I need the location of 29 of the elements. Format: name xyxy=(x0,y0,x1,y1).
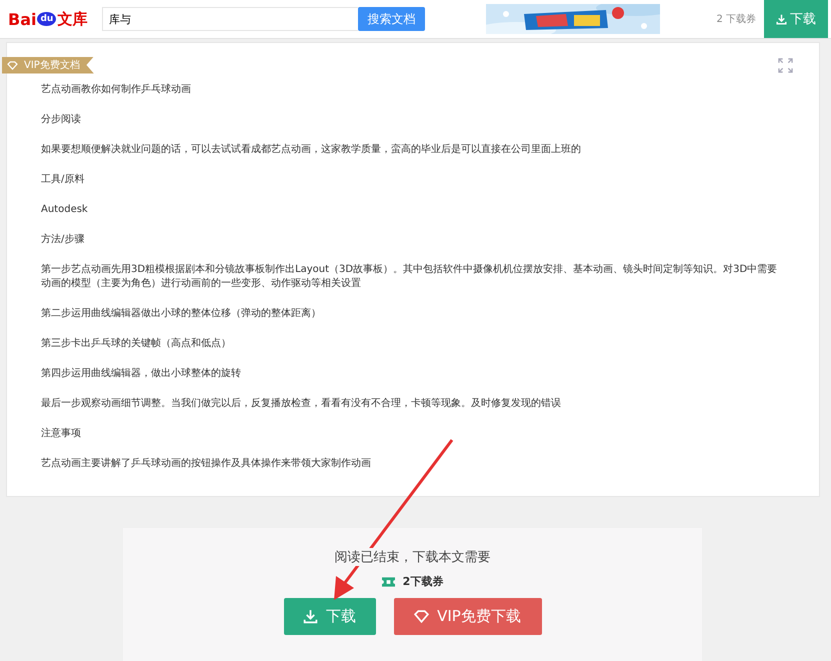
download-icon xyxy=(303,609,318,624)
download-icon xyxy=(776,14,787,24)
paragraph: 分步阅读 xyxy=(41,112,82,127)
paragraph: 第一步艺点动画先用3D粗模根据剧本和分镜故事板制作出Layout（3D故事板）。其中包括软件中摄像机机位摆放安排、基本动画、镜头时间定制等知识。对3D中需要动画的模型（主要为角色）进行动画前的一些变形、动作驱动等相关设置 xyxy=(41,262,778,291)
fullscreen-icon[interactable] xyxy=(778,58,793,72)
search-button[interactable]: 搜索文档 xyxy=(358,7,425,31)
paragraph: 艺点动画主要讲解了乒乓球动画的按钮操作及具体操作来带领大家制作动画 xyxy=(41,456,372,471)
paragraph: 第二步运用曲线编辑器做出小球的整体位移（弹动的整体距离） xyxy=(41,306,322,321)
download-button[interactable]: 下载 xyxy=(284,598,376,635)
paragraph: 最后一步观察动画细节调整。当我们做完以后，反复播放检查，看看有没有不合理，卡顿等现象。及时修复发现的错误 xyxy=(41,396,562,411)
download-button[interactable]: 下载 xyxy=(764,0,828,38)
paragraph: 如果要想顺便解决就业问题的话，可以去试试看成都艺点动画，这家教学质量，蛮高的毕业后是可以直接在公司里面上班的 xyxy=(41,142,582,157)
vip-download-button[interactable]: VIP免费下载 xyxy=(394,598,542,635)
coupon-cost: 2下载券 xyxy=(402,574,444,589)
search-field[interactable]: 库与 xyxy=(102,7,358,31)
end-message: 阅读已结束，下载本文需要 xyxy=(332,548,492,566)
diamond-icon xyxy=(7,60,18,70)
coupon-count: 2 下载券 xyxy=(716,12,756,26)
paragraph: 第三步卡出乒乓球的关键帧（高点和低点） xyxy=(41,336,232,351)
vip-badge: VIP免费文档 xyxy=(2,56,94,74)
paragraph: 方法/步骤 xyxy=(41,232,86,247)
ticket-icon xyxy=(382,576,395,586)
paragraph: 第四步运用曲线编辑器，做出小球整体的旋转 xyxy=(41,366,242,381)
paragraph: 工具/原料 xyxy=(41,172,86,187)
diamond-icon xyxy=(414,609,430,624)
paragraph: 艺点动画教你如何制作乒乓球动画 xyxy=(41,82,192,97)
paragraph: 注意事项 xyxy=(41,426,82,441)
site-logo[interactable]: Bai du 文库 xyxy=(8,10,100,28)
paragraph: Autodesk xyxy=(41,203,89,217)
